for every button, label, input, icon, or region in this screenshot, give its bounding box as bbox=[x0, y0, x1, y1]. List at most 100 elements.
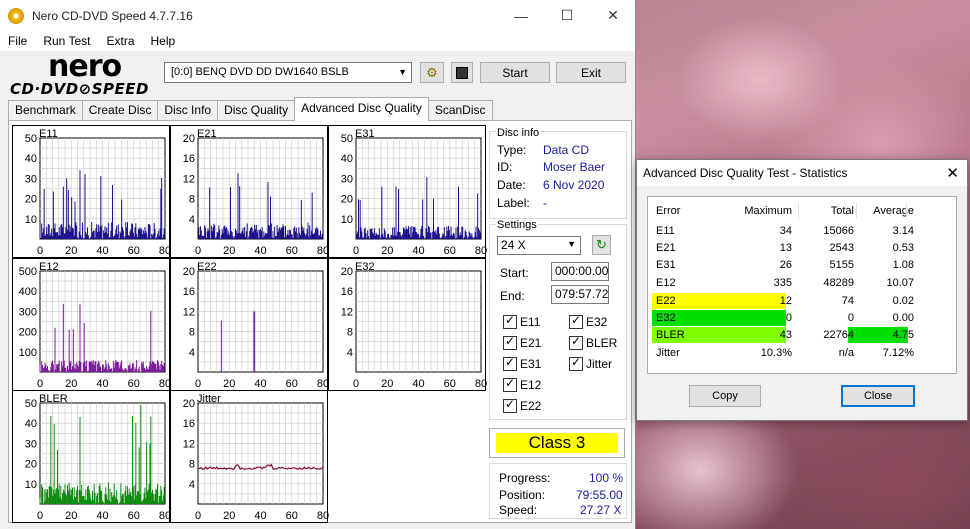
window-title: Nero CD-DVD Speed 4.7.7.16 bbox=[32, 8, 193, 23]
check-e22[interactable]: E22 bbox=[503, 397, 541, 413]
check-e31-label: E31 bbox=[520, 357, 542, 371]
drive-select[interactable]: [0:0] BENQ DVD DD DW1640 BSLB ▼ bbox=[164, 62, 412, 83]
x-tick-label: 40 bbox=[412, 378, 424, 390]
x-tick-label: 20 bbox=[381, 245, 393, 257]
check-e21[interactable]: E21 bbox=[503, 334, 542, 350]
start-button[interactable]: Start bbox=[480, 62, 550, 83]
y-tick-label: 12 bbox=[341, 306, 353, 318]
x-tick-label: 60 bbox=[128, 378, 140, 390]
stats-cell: 13 bbox=[779, 242, 792, 254]
label-label: Label: bbox=[497, 196, 530, 210]
check-e32-label: E32 bbox=[586, 315, 608, 329]
stats-cell: 1.08 bbox=[892, 259, 914, 271]
graph-e21: E21 4 8 12 16 20 0 20 40 60 80 bbox=[170, 125, 329, 258]
check-bler-label: BLER bbox=[586, 336, 618, 350]
maximize-icon[interactable]: ☐ bbox=[544, 0, 590, 31]
check-e12[interactable]: E12 bbox=[503, 376, 541, 392]
stats-header-cell: Error bbox=[656, 205, 681, 217]
checkbox-icon bbox=[569, 313, 583, 329]
speed-select-value: 24 X bbox=[501, 238, 526, 252]
y-tick-label: 40 bbox=[25, 418, 37, 430]
dialog-title-bar: Advanced Disc Quality Test - Statistics … bbox=[637, 160, 967, 186]
check-e11[interactable]: E11 bbox=[503, 313, 540, 329]
dialog-title: Advanced Disc Quality Test - Statistics bbox=[643, 166, 848, 180]
tab-scandisc[interactable]: ScanDisc bbox=[427, 100, 493, 120]
x-tick-label: 60 bbox=[128, 510, 140, 522]
check-e32[interactable]: E32 bbox=[569, 313, 608, 329]
y-tick-label: 20 bbox=[183, 266, 195, 278]
y-tick-label: 16 bbox=[183, 286, 195, 298]
x-tick-label: 40 bbox=[412, 245, 424, 257]
menu-help[interactable]: Help bbox=[143, 34, 184, 48]
id-value: Moser Baer bbox=[543, 160, 606, 174]
x-tick-label: 20 bbox=[381, 378, 393, 390]
refresh-speed-button[interactable]: ↻ bbox=[592, 235, 611, 255]
tab-advanced-disc-quality[interactable]: Advanced Disc Quality bbox=[294, 97, 429, 121]
x-tick-label: 40 bbox=[96, 245, 108, 257]
exit-button[interactable]: Exit bbox=[556, 62, 626, 83]
copy-button[interactable]: Copy bbox=[689, 385, 761, 407]
y-tick-label: 12 bbox=[183, 306, 195, 318]
tab-disc-quality[interactable]: Disc Quality bbox=[217, 100, 296, 120]
minimize-icon[interactable]: — bbox=[498, 0, 544, 31]
check-e31[interactable]: E31 bbox=[503, 355, 542, 371]
settings-title: Settings bbox=[496, 219, 538, 231]
stats-cell: 10.07 bbox=[886, 277, 914, 289]
logo-cdvd-text: CD·DVD⊘SPEED bbox=[10, 80, 149, 98]
stats-row: E21 13 2543 0.53 bbox=[654, 240, 950, 257]
close-icon[interactable]: ✕ bbox=[946, 164, 959, 182]
tab-create-disc[interactable]: Create Disc bbox=[81, 100, 159, 120]
tab-benchmark[interactable]: Benchmark bbox=[8, 100, 83, 120]
x-tick-label: 80 bbox=[317, 510, 329, 522]
y-tick-label: 30 bbox=[25, 438, 37, 450]
statistics-dialog: Advanced Disc Quality Test - Statistics … bbox=[636, 159, 968, 421]
y-tick-label: 20 bbox=[341, 266, 353, 278]
graph-plot: 10203040500 20 40 60 80 bbox=[25, 133, 171, 257]
menu-run-test[interactable]: Run Test bbox=[35, 34, 98, 48]
class-label: Class 3 bbox=[496, 433, 618, 453]
x-tick-label: 20 bbox=[223, 245, 235, 257]
menu-file[interactable]: File bbox=[0, 34, 35, 48]
x-tick-label: 60 bbox=[444, 378, 456, 390]
start-input[interactable]: 000:00.00 bbox=[551, 262, 609, 281]
y-tick-label: 40 bbox=[341, 153, 353, 165]
stats-header-cell: Maximum bbox=[744, 205, 792, 217]
checkbox-icon bbox=[503, 397, 517, 413]
stats-header-cell: Average bbox=[873, 205, 914, 217]
y-tick-label: 16 bbox=[183, 418, 195, 430]
tab-disc-info[interactable]: Disc Info bbox=[157, 100, 219, 120]
label-value: - bbox=[543, 196, 547, 210]
position-label: Position: bbox=[499, 488, 546, 502]
y-tick-label: 300 bbox=[19, 306, 37, 318]
stats-cell: 0.02 bbox=[892, 295, 914, 307]
tab-bar: Benchmark Create Disc Disc Info Disc Qua… bbox=[8, 97, 493, 121]
check-jitter[interactable]: Jitter bbox=[569, 355, 612, 371]
end-label: End: bbox=[500, 289, 525, 303]
save-button[interactable] bbox=[451, 62, 473, 83]
close-button[interactable]: Close bbox=[841, 385, 915, 407]
date-value: 6 Nov 2020 bbox=[543, 178, 605, 192]
close-icon[interactable]: ✕ bbox=[590, 0, 636, 31]
stats-cell: BLER bbox=[656, 329, 685, 341]
speed-select[interactable]: 24 X ▼ bbox=[497, 236, 581, 255]
end-input[interactable]: 079:57.72 bbox=[551, 285, 609, 304]
start-label: Start: bbox=[500, 266, 529, 280]
stats-row: E32 0 0 0.00 bbox=[654, 310, 950, 327]
stats-cell: E11 bbox=[656, 225, 675, 237]
drive-info-button[interactable]: ⚙ bbox=[420, 62, 444, 83]
speed-value: 27.27 X bbox=[580, 503, 622, 517]
stats-cell: 48289 bbox=[823, 277, 854, 289]
id-label: ID: bbox=[497, 160, 513, 174]
checkbox-icon bbox=[503, 334, 517, 350]
graph-e32: E32 4 8 12 16 20 0 20 40 60 80 bbox=[328, 258, 487, 391]
check-e21-label: E21 bbox=[520, 336, 542, 350]
graph-plot: 481216200 20 40 60 80 bbox=[183, 133, 329, 257]
y-tick-label: 12 bbox=[183, 438, 195, 450]
graph-plot: 481216200 20 40 60 80 bbox=[183, 266, 329, 390]
check-bler[interactable]: BLER bbox=[569, 334, 618, 350]
x-tick-label: 20 bbox=[223, 510, 235, 522]
y-tick-label: 20 bbox=[183, 133, 195, 145]
x-tick-label: 0 bbox=[353, 378, 359, 390]
menu-extra[interactable]: Extra bbox=[98, 34, 142, 48]
y-tick-label: 8 bbox=[189, 194, 195, 206]
